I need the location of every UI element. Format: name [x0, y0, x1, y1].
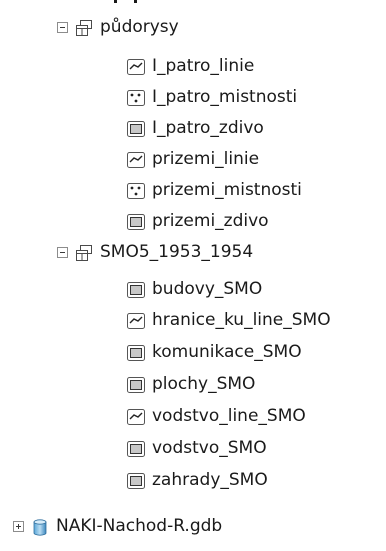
database-label: NAKI-Nachod-R.gdb	[56, 516, 223, 536]
layer-label: hranice_ku_line_SMO	[152, 310, 331, 330]
collapse-toggle[interactable]	[57, 22, 68, 33]
point-layer-icon	[127, 89, 145, 107]
layer-label: I_patro_zdivo	[152, 118, 264, 138]
layer-item[interactable]: plochy_SMO	[127, 371, 255, 398]
layer-item[interactable]: I_patro_linie	[127, 53, 254, 80]
layer-item[interactable]: prizemi_linie	[127, 146, 259, 173]
layer-item[interactable]: prizemi_mistnosti	[127, 177, 302, 204]
tree-database-naki-nachod[interactable]: NAKI-Nachod-R.gdb	[13, 513, 222, 540]
polygon-layer-icon	[127, 376, 145, 394]
group-layer-icon	[75, 244, 93, 262]
layer-item[interactable]: komunikace_SMO	[127, 339, 302, 366]
group-label: SMO5_1953_1954	[100, 242, 254, 262]
layer-item[interactable]: vodstvo_line_SMO	[127, 403, 306, 430]
layer-label: zahrady_SMO	[152, 470, 268, 490]
line-layer-icon	[127, 58, 145, 76]
polygon-layer-icon	[127, 120, 145, 138]
tree-group-smo5[interactable]: SMO5_1953_1954	[57, 239, 253, 266]
database-icon	[31, 518, 49, 536]
tree-group-pudorysy[interactable]: půdorysy	[57, 14, 179, 41]
layer-label: prizemi_mistnosti	[152, 180, 302, 200]
layer-item[interactable]: budovy_SMO	[127, 276, 262, 303]
polygon-layer-icon	[127, 472, 145, 490]
layer-item[interactable]: hranice_ku_line_SMO	[127, 307, 331, 334]
line-layer-icon	[127, 151, 145, 169]
layer-label: prizemi_linie	[152, 149, 260, 169]
group-layer-icon	[75, 19, 93, 37]
layer-label: komunikace_SMO	[152, 342, 302, 362]
layer-item[interactable]: I_patro_mistnosti	[127, 84, 297, 111]
layer-item[interactable]: zahrady_SMO	[127, 467, 268, 494]
layer-label: vodstvo_line_SMO	[152, 406, 306, 426]
polygon-layer-icon	[127, 213, 145, 231]
layer-label: I_patro_mistnosti	[152, 87, 298, 107]
layer-label: budovy_SMO	[152, 279, 263, 299]
layer-label: vodstvo_SMO	[152, 438, 267, 458]
point-layer-icon	[127, 182, 145, 200]
layer-label: prizemi_zdivo	[152, 211, 269, 231]
layer-label: plochy_SMO	[152, 374, 256, 394]
expand-toggle[interactable]	[13, 521, 24, 532]
polygon-layer-icon	[127, 281, 145, 299]
polygon-layer-icon	[127, 344, 145, 362]
layer-item[interactable]: prizemi_zdivo	[127, 208, 269, 235]
group-label: půdorysy	[100, 17, 179, 37]
polygon-layer-icon	[127, 440, 145, 458]
partial-row-fragment	[112, 0, 152, 4]
catalog-tree: půdorysy I_patro_linie I_patro_mistnosti…	[0, 0, 386, 551]
layer-item[interactable]: vodstvo_SMO	[127, 435, 267, 462]
line-layer-icon	[127, 408, 145, 426]
layer-item[interactable]: I_patro_zdivo	[127, 115, 264, 142]
line-layer-icon	[127, 312, 145, 330]
collapse-toggle[interactable]	[57, 247, 68, 258]
layer-label: I_patro_linie	[152, 56, 255, 76]
